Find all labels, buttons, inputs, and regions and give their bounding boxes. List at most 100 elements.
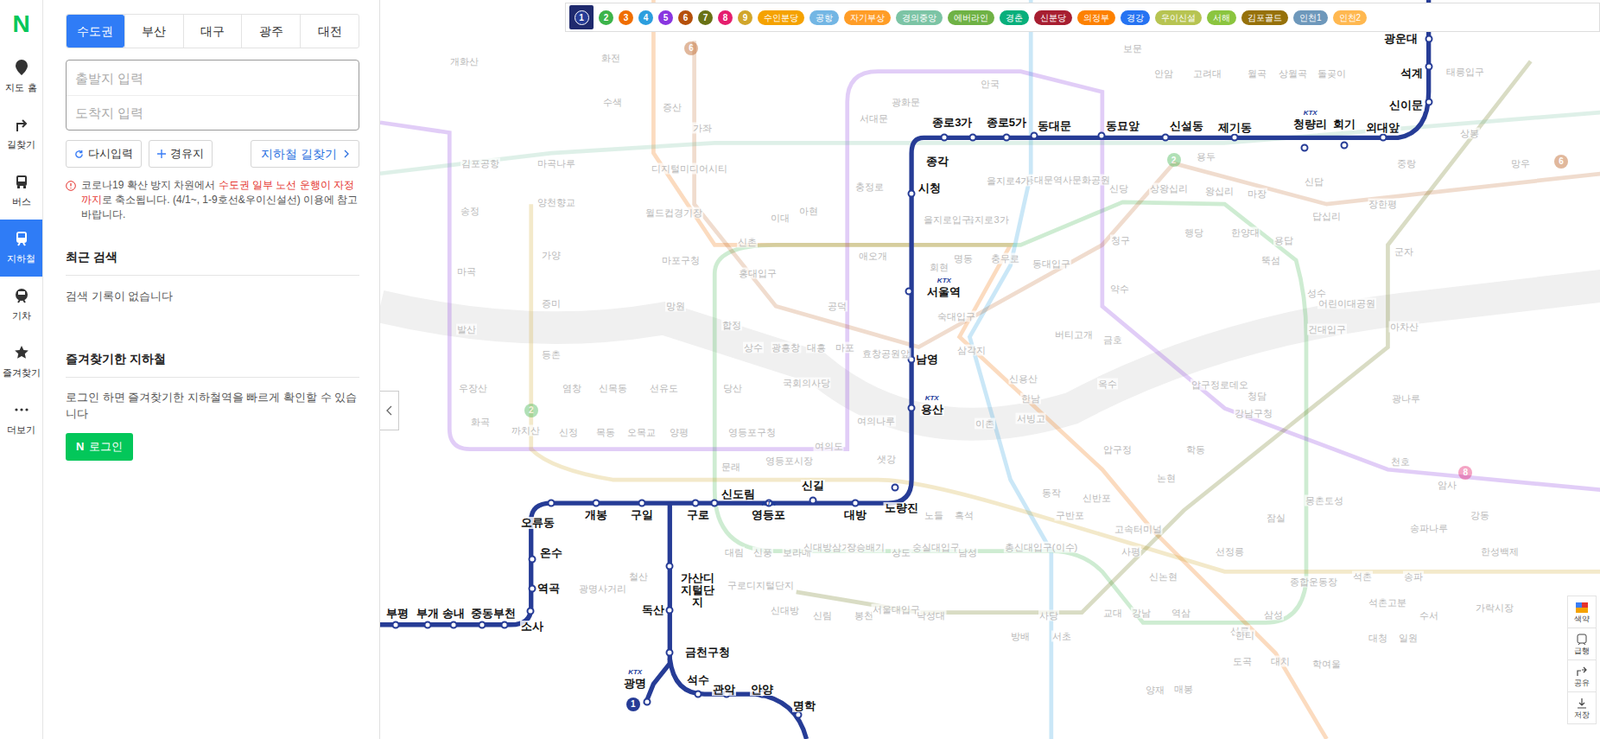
station[interactable]: 구일 — [629, 508, 654, 521]
station-label[interactable]: 잠실 — [1265, 511, 1287, 523]
line-chip[interactable]: 우이신설 — [1155, 10, 1202, 26]
station-label[interactable]: 염창 — [561, 381, 583, 394]
region-tab[interactable]: 광주 — [241, 14, 300, 48]
station-label[interactable]: 가좌 — [692, 121, 713, 134]
station-label[interactable]: 을지로4가 — [985, 175, 1031, 187]
station-label[interactable]: 동작 — [1041, 487, 1062, 499]
station-label[interactable]: 충정로 — [854, 181, 885, 193]
station-label[interactable]: 송파나루 — [1409, 521, 1449, 534]
station-label[interactable]: 철산 — [628, 571, 649, 583]
station-label[interactable]: 강남구청 — [1233, 407, 1274, 420]
station-label[interactable]: 공덕 — [826, 300, 848, 312]
station[interactable]: 명학 — [792, 699, 817, 712]
station-label[interactable]: 애오개 — [857, 250, 889, 262]
station-label[interactable]: 증미 — [540, 297, 562, 309]
station-label[interactable]: 샛강 — [876, 453, 897, 465]
station-label[interactable]: 교대 — [1102, 606, 1124, 618]
station-label[interactable]: 선유도 — [648, 381, 680, 394]
line-chip[interactable]: 6 — [678, 10, 693, 26]
station-label[interactable]: 송정 — [459, 205, 481, 217]
station-label[interactable]: 광화문 — [890, 96, 921, 108]
line-chip[interactable]: 신분당 — [1034, 10, 1073, 26]
station-label[interactable]: 우장산 — [457, 381, 489, 394]
station-label[interactable]: 망원 — [665, 300, 686, 312]
line-chip[interactable]: 자기부상 — [844, 10, 891, 26]
station[interactable]: 온수 — [539, 546, 564, 559]
rail-item[interactable]: 길찾기 — [0, 105, 43, 163]
line-chip[interactable]: 공항 — [809, 10, 839, 26]
station[interactable]: 중동 — [469, 607, 495, 620]
station-label[interactable]: 까치산 — [510, 425, 541, 437]
station-label[interactable]: 마곡 — [456, 266, 477, 278]
region-tab[interactable]: 수도권 — [66, 14, 125, 48]
line-chip[interactable]: 에버라인 — [947, 10, 995, 26]
station-label[interactable]: 수서 — [1418, 609, 1440, 622]
station-label[interactable]: 수색 — [602, 96, 623, 108]
destination-input[interactable] — [66, 95, 359, 130]
station-label[interactable]: 국회의사당 — [781, 376, 832, 388]
subway-route-button[interactable]: 지하철 길찾기 — [250, 139, 360, 168]
station-label[interactable]: 보문 — [1122, 42, 1143, 54]
station-label[interactable]: 중랑 — [1396, 157, 1417, 169]
station-label[interactable]: 안국 — [979, 77, 1001, 89]
station[interactable]: 회기 — [1332, 118, 1357, 131]
station-label[interactable]: 아현 — [798, 205, 820, 217]
station[interactable]: 남영 — [914, 353, 940, 366]
station[interactable]: 노량진 — [883, 501, 920, 515]
station-label[interactable]: 충무로 — [990, 252, 1021, 264]
line-chip[interactable]: 수인분당 — [757, 10, 805, 26]
rail-item[interactable]: 버스 — [0, 162, 43, 220]
station[interactable]: 신이문 — [1388, 99, 1424, 112]
station-label[interactable]: 학동 — [1185, 443, 1207, 455]
station-label[interactable]: 옥수 — [1097, 378, 1118, 390]
station-label[interactable]: 증산 — [661, 101, 683, 113]
reset-button[interactable]: 다시입력 — [65, 139, 142, 168]
region-tab[interactable]: 대구 — [183, 14, 242, 48]
station-label[interactable]: 화전 — [600, 52, 622, 64]
login-button[interactable]: N 로그인 — [65, 432, 134, 461]
station-label[interactable]: 논현 — [1155, 471, 1177, 483]
station-label[interactable]: 신답 — [1303, 176, 1325, 188]
station-label[interactable]: 마장 — [1246, 188, 1268, 200]
station-label[interactable]: 상도 — [890, 546, 912, 558]
station-label[interactable]: 가양 — [540, 249, 562, 261]
line-chip[interactable]: 의정부 — [1077, 10, 1116, 26]
station[interactable]: 종로5가 — [985, 116, 1028, 129]
station-label[interactable]: 효창공원앞 — [861, 347, 911, 359]
station[interactable]: 용산KTX — [920, 403, 945, 416]
station-label[interactable]: 구반포 — [1054, 509, 1086, 521]
station[interactable]: 서울역KTX — [926, 285, 962, 299]
station-label[interactable]: 을지로입구 — [922, 213, 972, 225]
station[interactable]: 오류동 — [520, 516, 556, 529]
station-label[interactable]: 압구정로데오 — [1190, 379, 1250, 391]
station-label[interactable]: 한남 — [1020, 392, 1042, 404]
region-tab[interactable]: 부산 — [124, 14, 184, 48]
station[interactable]: 안양 — [749, 683, 775, 696]
station-label[interactable]: 아차산 — [1389, 320, 1420, 332]
station-label[interactable]: 용답 — [1273, 234, 1295, 246]
station-label[interactable]: 신대방 — [769, 604, 800, 616]
map-tool[interactable]: 색약 — [1567, 595, 1597, 629]
station-label[interactable]: 홍대입구 — [737, 267, 778, 280]
station[interactable]: 석계 — [1399, 67, 1424, 80]
map-tool[interactable]: 공유 — [1567, 659, 1597, 693]
station-label[interactable]: 안암 — [1153, 68, 1175, 80]
station-label[interactable]: 돌곶이 — [1316, 68, 1347, 80]
station-label[interactable]: 문래 — [720, 460, 742, 472]
station-label[interactable]: 목동 — [595, 425, 616, 438]
station[interactable]: 석수 — [685, 673, 711, 686]
station-label[interactable]: 건대입구 — [1307, 323, 1347, 336]
station-label[interactable]: 행당 — [1183, 227, 1205, 239]
station-label[interactable]: 신논현 — [1148, 571, 1179, 583]
station[interactable]: 종각 — [925, 155, 950, 168]
station-label[interactable]: 용두 — [1195, 150, 1217, 162]
station[interactable]: 구로 — [685, 508, 711, 521]
line-chip[interactable]: 인천2 — [1333, 10, 1368, 26]
station-label[interactable]: 석촌 — [1352, 571, 1373, 583]
station[interactable]: 광운대 — [1383, 32, 1419, 45]
station-label[interactable]: 청구 — [1110, 234, 1131, 246]
station-label[interactable]: 흑석 — [953, 509, 975, 521]
station-label[interactable]: 일원 — [1397, 632, 1419, 644]
station-label[interactable]: 사당 — [1038, 609, 1060, 622]
rail-item[interactable]: 지하철 — [0, 219, 43, 277]
